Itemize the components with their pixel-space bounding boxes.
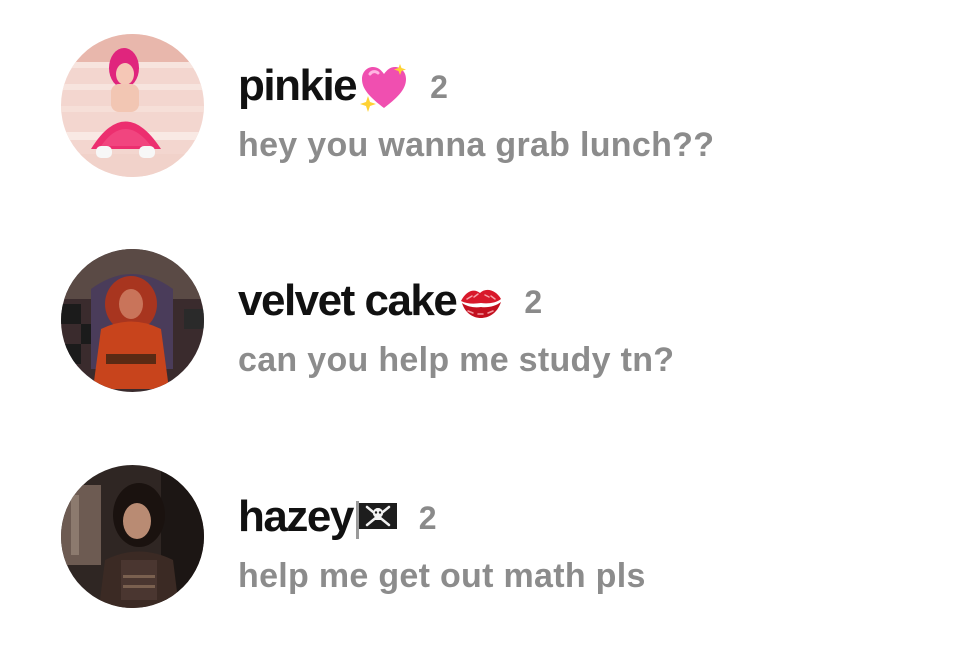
- contact-name: pinkie: [238, 61, 358, 110]
- unread-count: 2: [524, 283, 543, 320]
- sparkling-heart-icon: [358, 64, 410, 112]
- contact-name: velvet cake: [238, 276, 458, 325]
- avatar[interactable]: [61, 249, 204, 392]
- pirate-flag-icon: [355, 499, 399, 539]
- last-message: help me get out math pls: [238, 557, 646, 595]
- chat-row-velvet-cake[interactable]: velvet cake 2 can you help me study tn?: [0, 237, 980, 407]
- last-message: hey you wanna grab lunch??: [238, 126, 715, 164]
- chat-row-hazey[interactable]: hazey 2 help me get out math pls: [0, 453, 980, 623]
- avatar[interactable]: [61, 465, 204, 608]
- unread-count: 2: [418, 499, 437, 536]
- unread-count: 2: [430, 68, 448, 105]
- chat-row-pinkie[interactable]: pinkie 2 hey you wanna grab lunch??: [0, 22, 980, 192]
- avatar[interactable]: [61, 34, 204, 177]
- name-line: velvet cake 2: [238, 271, 542, 331]
- name-line: pinkie 2: [238, 56, 448, 116]
- last-message: can you help me study tn?: [238, 341, 675, 379]
- chat-list: pinkie 2 hey you wanna grab lunch?? velv…: [0, 0, 980, 672]
- name-line: hazey 2: [238, 487, 437, 547]
- contact-name: hazey: [238, 492, 354, 541]
- kiss-mark-icon: [458, 283, 504, 323]
